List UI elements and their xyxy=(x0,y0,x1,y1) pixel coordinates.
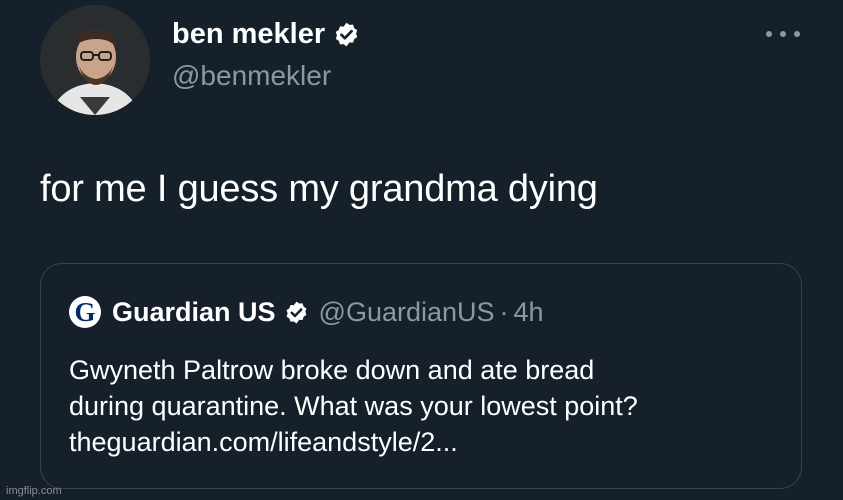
quoted-link-text: theguardian.com/lifeandstyle/2... xyxy=(69,427,458,457)
verified-badge-icon xyxy=(284,300,309,325)
quoted-tweet[interactable]: G Guardian US @GuardianUS · 4h Gwyneth P… xyxy=(40,263,802,489)
tweet-text: for me I guess my grandma dying xyxy=(40,168,598,210)
verified-badge-icon xyxy=(333,21,360,48)
more-horizontal-icon[interactable] xyxy=(766,26,800,42)
profile-photo-icon xyxy=(40,5,150,115)
quoted-timestamp: 4h xyxy=(513,296,544,327)
dot-separator: · xyxy=(499,296,509,327)
author-name[interactable]: ben mekler xyxy=(172,18,360,51)
quoted-text-line: Gwyneth Paltrow broke down and ate bread xyxy=(69,355,595,385)
author-handle[interactable]: @benmekler xyxy=(172,60,331,92)
guardian-logo-icon: G xyxy=(69,296,101,328)
author-avatar[interactable] xyxy=(40,5,150,115)
quoted-text-line: during quarantine. What was your lowest … xyxy=(69,391,638,421)
author-name-text[interactable]: ben mekler xyxy=(172,18,325,51)
quoted-author-name: Guardian US xyxy=(112,296,276,327)
quoted-tweet-header: G Guardian US @GuardianUS · 4h xyxy=(69,296,544,328)
watermark: imgflip.com xyxy=(6,485,62,497)
tweet-card: ben mekler @benmekler for me I guess my … xyxy=(0,0,843,500)
quoted-tweet-text: Gwyneth Paltrow broke down and ate bread… xyxy=(69,352,638,460)
quoted-author-handle: @GuardianUS xyxy=(318,296,495,327)
